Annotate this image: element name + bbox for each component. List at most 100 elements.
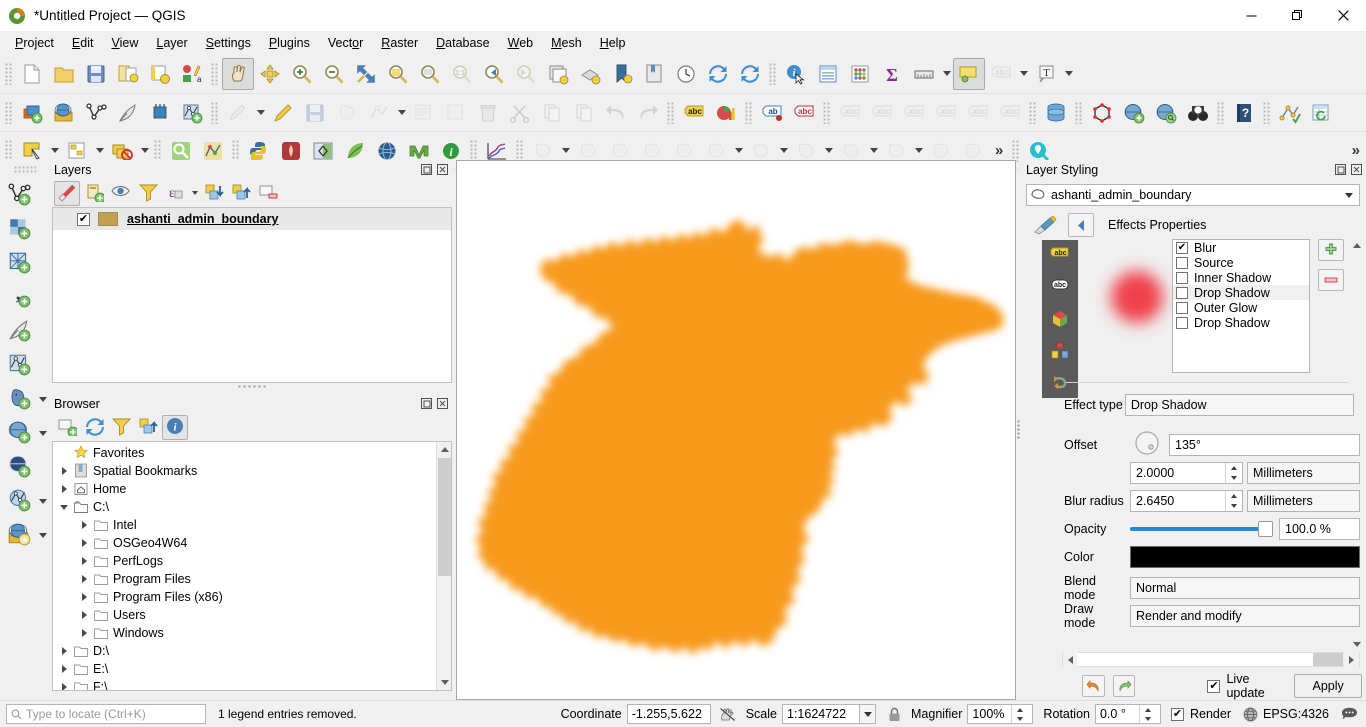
menu-settings[interactable]: Settings bbox=[197, 34, 260, 52]
maximize-button[interactable] bbox=[1274, 0, 1320, 32]
zoom-to-selection-button[interactable] bbox=[382, 58, 414, 90]
show-bookmarks-button[interactable] bbox=[670, 58, 702, 90]
menu-help[interactable]: Help bbox=[591, 34, 635, 52]
add-wfs-layer-button[interactable] bbox=[1, 450, 37, 484]
zoom-full-button[interactable] bbox=[350, 58, 382, 90]
effect-enabled-checkbox[interactable] bbox=[1176, 316, 1188, 329]
scroll-right-button[interactable] bbox=[1344, 652, 1359, 667]
effect-enabled-checkbox[interactable]: ✔ bbox=[1176, 241, 1188, 254]
chevron-down-icon[interactable] bbox=[57, 498, 71, 516]
add-selected-layers-button[interactable] bbox=[54, 415, 80, 440]
effect-enabled-checkbox[interactable] bbox=[1176, 271, 1188, 284]
toolbar-grip[interactable] bbox=[5, 139, 13, 162]
undock-icon[interactable] bbox=[420, 397, 433, 410]
effect-row[interactable]: Drop Shadow bbox=[1173, 285, 1309, 300]
new-project-button[interactable] bbox=[16, 58, 48, 90]
annotation-dropdown[interactable] bbox=[1062, 58, 1075, 90]
toolbar-row-overflow-button[interactable]: » bbox=[1346, 142, 1366, 159]
zoom-out-button[interactable] bbox=[318, 58, 350, 90]
menu-project[interactable]: Project bbox=[6, 34, 63, 52]
add-wcs-layer-button[interactable] bbox=[1, 484, 37, 518]
refresh-browser-button[interactable] bbox=[81, 415, 107, 440]
effect-row[interactable]: Outer Glow bbox=[1173, 300, 1309, 315]
toolbar-grip[interactable] bbox=[769, 62, 777, 85]
menu-vector[interactable]: Vector bbox=[319, 34, 372, 52]
save-project-as-button[interactable] bbox=[112, 58, 144, 90]
add-postgis-layer-button-dropdown[interactable] bbox=[37, 382, 49, 416]
masks-tab[interactable]: abc bbox=[1042, 272, 1078, 304]
menu-plugins[interactable]: Plugins bbox=[260, 34, 319, 52]
offset-distance-field[interactable]: 2.0000 bbox=[1130, 462, 1243, 484]
rotation-field[interactable]: 0.0 ° bbox=[1094, 704, 1161, 724]
refresh-table-button[interactable] bbox=[1306, 97, 1338, 129]
add-postgis-layer-button[interactable] bbox=[1, 382, 37, 416]
layers-tree[interactable]: ✔ ashanti_admin_boundary bbox=[52, 207, 452, 383]
crs-label[interactable]: EPSG:4326 bbox=[1263, 707, 1329, 721]
effect-enabled-checkbox[interactable] bbox=[1176, 286, 1188, 299]
toggle-editing-button[interactable] bbox=[267, 97, 299, 129]
toolbar-grip[interactable] bbox=[211, 101, 219, 124]
layer-labeling-button[interactable]: abc bbox=[678, 97, 710, 129]
browser-tree-item[interactable]: OSGeo4W64 bbox=[53, 534, 435, 552]
current-edits-dropdown[interactable] bbox=[254, 97, 267, 129]
close-button[interactable] bbox=[1320, 0, 1366, 32]
scroll-track[interactable] bbox=[1077, 653, 1313, 666]
effect-row[interactable]: Source bbox=[1173, 255, 1309, 270]
browser-tree-item[interactable]: Program Files bbox=[53, 570, 435, 588]
topology-checker-button[interactable] bbox=[1274, 97, 1306, 129]
toolbar-grip[interactable] bbox=[823, 101, 831, 124]
add-vector-layer-button[interactable] bbox=[1, 178, 37, 212]
chevron-right-icon[interactable] bbox=[77, 552, 91, 570]
toolbar-grip[interactable] bbox=[5, 101, 13, 124]
text-annotation-button[interactable]: T bbox=[1030, 58, 1062, 90]
toggle-extents-icon[interactable] bbox=[719, 707, 736, 722]
quickosm-button[interactable] bbox=[1182, 97, 1214, 129]
scroll-left-button[interactable] bbox=[1063, 652, 1078, 667]
browser-tree-item[interactable]: F:\ bbox=[53, 678, 435, 690]
menu-raster[interactable]: Raster bbox=[372, 34, 427, 52]
scroll-down-button[interactable] bbox=[437, 675, 451, 690]
vertex-tool-dropdown[interactable] bbox=[395, 97, 408, 129]
offset-dial[interactable] bbox=[1134, 430, 1160, 459]
effect-row[interactable]: ✔ Blur bbox=[1173, 240, 1309, 255]
layer-diagram-button[interactable] bbox=[710, 97, 742, 129]
scroll-up-button[interactable] bbox=[437, 442, 451, 457]
georeferencer-button[interactable] bbox=[1086, 97, 1118, 129]
browser-tree-item[interactable]: D:\ bbox=[53, 642, 435, 660]
toolbar-grip[interactable] bbox=[667, 101, 675, 124]
browser-scrollbar[interactable] bbox=[436, 442, 451, 690]
refresh-button[interactable] bbox=[734, 58, 766, 90]
toolbar-grip[interactable] bbox=[14, 166, 36, 174]
expand-all-button[interactable] bbox=[201, 181, 227, 206]
chevron-right-icon[interactable] bbox=[57, 660, 71, 678]
add-delimited-text-button[interactable] bbox=[80, 97, 112, 129]
blend-mode-combo[interactable]: Normal bbox=[1130, 577, 1360, 599]
browser-tree-item[interactable]: PerfLogs bbox=[53, 552, 435, 570]
add-raster-layer-button[interactable] bbox=[1, 212, 37, 246]
effect-row[interactable]: Inner Shadow bbox=[1173, 270, 1309, 285]
magnifier-stepper[interactable] bbox=[1011, 705, 1028, 723]
show-map-tips-button[interactable] bbox=[542, 58, 574, 90]
add-mesh-layer-button[interactable] bbox=[144, 97, 176, 129]
scroll-up-button[interactable] bbox=[1350, 238, 1364, 253]
add-wcs-layer-button-dropdown[interactable] bbox=[37, 484, 49, 518]
close-icon[interactable] bbox=[1350, 163, 1363, 176]
effects-list[interactable]: ✔ Blur Source Inner Shadow Drop Shadow Outer … bbox=[1172, 239, 1310, 373]
filter-legend-by-expression-button[interactable]: ε bbox=[162, 181, 188, 206]
unplaced-labels-dropdown[interactable] bbox=[1017, 58, 1030, 90]
map-canvas[interactable] bbox=[456, 160, 1016, 700]
add-wms-layer-button[interactable] bbox=[1, 416, 37, 450]
toolbar-grip[interactable] bbox=[745, 101, 753, 124]
browser-tree-item[interactable]: Favorites bbox=[53, 444, 435, 462]
toolbar-grip[interactable] bbox=[154, 139, 162, 162]
add-wms-layer-button-dropdown[interactable] bbox=[37, 416, 49, 450]
opacity-slider[interactable] bbox=[1130, 518, 1273, 540]
new-bookmark-button[interactable] bbox=[638, 58, 670, 90]
enable-properties-widget-button[interactable]: i bbox=[162, 414, 188, 440]
add-spatialite-layer-button[interactable] bbox=[1, 314, 37, 348]
zoom-last-button[interactable] bbox=[478, 58, 510, 90]
diagrams-tab[interactable] bbox=[1042, 336, 1078, 368]
chevron-right-icon[interactable] bbox=[77, 534, 91, 552]
layer-styling-hscrollbar[interactable] bbox=[1062, 652, 1360, 667]
toolbar-grip[interactable] bbox=[5, 62, 13, 85]
